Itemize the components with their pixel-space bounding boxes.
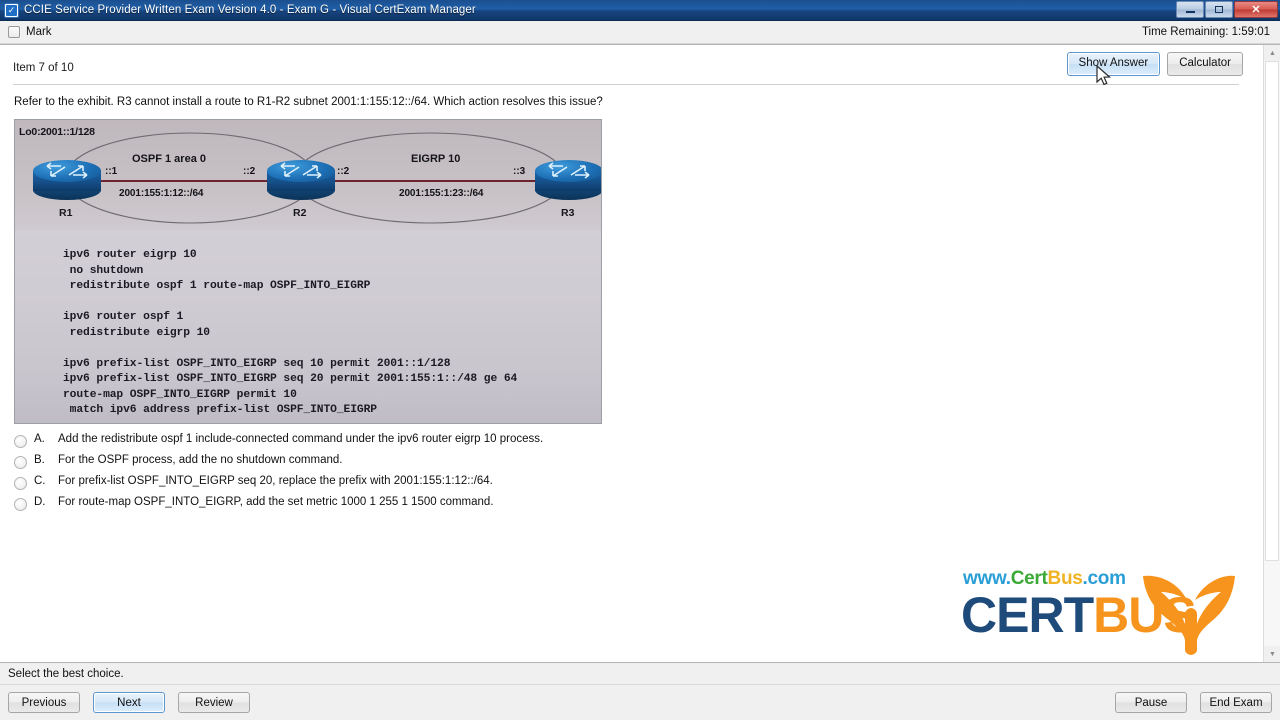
calculator-button[interactable]: Calculator — [1167, 52, 1243, 76]
exhibit-image: Lo0:2001::1/128 R1 ::1 R2::2::2 R3::3… — [14, 119, 602, 424]
next-button[interactable]: Next — [93, 692, 165, 713]
show-answer-button[interactable]: Show Answer — [1066, 52, 1161, 76]
option-d-radio[interactable] — [14, 498, 27, 511]
right-subnet-label: 2001:155:1:23::/64 — [399, 188, 484, 199]
exhibit-config-text: ipv6 router eigrp 10 no shutdown redistr… — [63, 249, 518, 416]
question-body: Item 7 of 10 Show Answer Calculator Refe… — [0, 44, 1280, 663]
option-c[interactable]: C. For prefix-list OSPF_INTO_EIGRP seq 2… — [14, 475, 1263, 496]
logo-com: .com — [1082, 568, 1126, 589]
router-r3-icon — [535, 160, 601, 200]
window-titlebar: ✓ CCIE Service Provider Written Exam Ver… — [0, 0, 1280, 21]
window-checkbox-icon: ✓ — [4, 2, 19, 18]
maximize-button[interactable] — [1205, 1, 1233, 18]
router-r1-label: R1 — [59, 207, 73, 219]
mark-checkbox[interactable] — [8, 26, 20, 38]
option-c-letter: C. — [34, 475, 46, 487]
minimize-button[interactable] — [1176, 1, 1204, 18]
scroll-down-arrow-icon[interactable]: ▼ — [1264, 646, 1280, 662]
question-toolbar: Show Answer Calculator — [1066, 52, 1243, 76]
footer-right-group: Pause End Exam — [1115, 692, 1272, 713]
logo-www: www. — [963, 568, 1011, 589]
network-diagram: Lo0:2001::1/128 R1 ::1 R2::2::2 R3::3… — [15, 120, 601, 238]
option-a-radio[interactable] — [14, 435, 27, 448]
router-arrows-icon — [548, 162, 590, 179]
option-a-letter: A. — [34, 433, 45, 445]
option-d[interactable]: D. For route-map OSPF_INTO_EIGRP, add th… — [14, 496, 1263, 517]
review-button[interactable]: Review — [178, 692, 250, 713]
option-b-text: For the OSPF process, add the no shutdow… — [58, 454, 343, 466]
status-bar: Select the best choice. — [0, 663, 1280, 685]
pause-button[interactable]: Pause — [1115, 692, 1187, 713]
logo-word-cert: CERT — [961, 587, 1094, 643]
answer-options: A. Add the redistribute ospf 1 include-c… — [14, 433, 1263, 517]
r2-right-interface-label: ::2 — [337, 166, 350, 177]
bird-wings-icon — [1143, 575, 1235, 655]
link-r2-r3 — [335, 180, 545, 182]
loopback-label: Lo0:2001::1/128 — [19, 126, 95, 138]
ospf-area-label: OSPF 1 area 0 — [132, 153, 206, 165]
option-b-radio[interactable] — [14, 456, 27, 469]
end-exam-button[interactable]: End Exam — [1200, 692, 1272, 713]
option-d-letter: D. — [34, 496, 46, 508]
option-a[interactable]: A. Add the redistribute ospf 1 include-c… — [14, 433, 1263, 454]
scrollbar-thumb[interactable] — [1265, 61, 1279, 561]
eigrp-label: EIGRP 10 — [411, 153, 461, 165]
r2-left-interface-label: ::2 — [243, 166, 256, 177]
option-b[interactable]: B. For the OSPF process, add the no shut… — [14, 454, 1263, 475]
mark-checkbox-group[interactable]: Mark — [8, 26, 52, 38]
option-c-radio[interactable] — [14, 477, 27, 490]
status-text: Select the best choice. — [8, 667, 124, 680]
footer-toolbar: Previous Next Review Pause End Exam — [0, 685, 1280, 720]
scroll-up-arrow-icon[interactable]: ▲ — [1264, 45, 1280, 61]
router-r2-icon — [267, 160, 335, 200]
item-header-row: Item 7 of 10 Show Answer Calculator — [0, 45, 1263, 81]
r3-interface-label: ::3 — [513, 166, 526, 177]
option-c-text: For prefix-list OSPF_INTO_EIGRP seq 20, … — [58, 475, 493, 487]
close-button[interactable]: ✕ — [1234, 1, 1278, 18]
time-remaining: Time Remaining: 1:59:01 — [1141, 26, 1270, 38]
router-r1-icon — [33, 160, 101, 200]
exam-window: ✓ CCIE Service Provider Written Exam Ver… — [0, 0, 1280, 720]
previous-button[interactable]: Previous — [8, 692, 80, 713]
mark-label: Mark — [26, 26, 52, 38]
option-d-text: For route-map OSPF_INTO_EIGRP, add the s… — [58, 496, 494, 508]
option-b-letter: B. — [34, 454, 45, 466]
mark-timer-bar: Mark Time Remaining: 1:59:01 — [0, 21, 1280, 44]
link-r1-r2 — [77, 180, 277, 182]
window-controls: ✕ — [1176, 1, 1278, 18]
router-r3-label: R3 — [561, 207, 575, 219]
item-counter: Item 7 of 10 — [13, 62, 74, 74]
question-content: Item 7 of 10 Show Answer Calculator Refe… — [0, 45, 1263, 662]
question-text: Refer to the exhibit. R3 cannot install … — [14, 96, 603, 108]
r1-interface-label: ::1 — [105, 166, 118, 177]
window-title: CCIE Service Provider Written Exam Versi… — [24, 4, 476, 16]
certbus-logo: www.CertBus.com CERTBUS — [941, 564, 1241, 655]
left-subnet-label: 2001:155:1:12::/64 — [119, 188, 204, 199]
logo-cert: Cert — [1010, 568, 1048, 589]
scrollbar-track[interactable] — [1264, 61, 1280, 646]
router-arrows-icon — [280, 162, 322, 179]
vertical-scrollbar[interactable]: ▲ ▼ — [1263, 45, 1280, 662]
router-arrows-icon — [46, 162, 88, 179]
router-r2-label: R2 — [293, 207, 307, 219]
logo-bus: Bus — [1047, 568, 1083, 589]
option-a-text: Add the redistribute ospf 1 include-conn… — [58, 433, 544, 445]
